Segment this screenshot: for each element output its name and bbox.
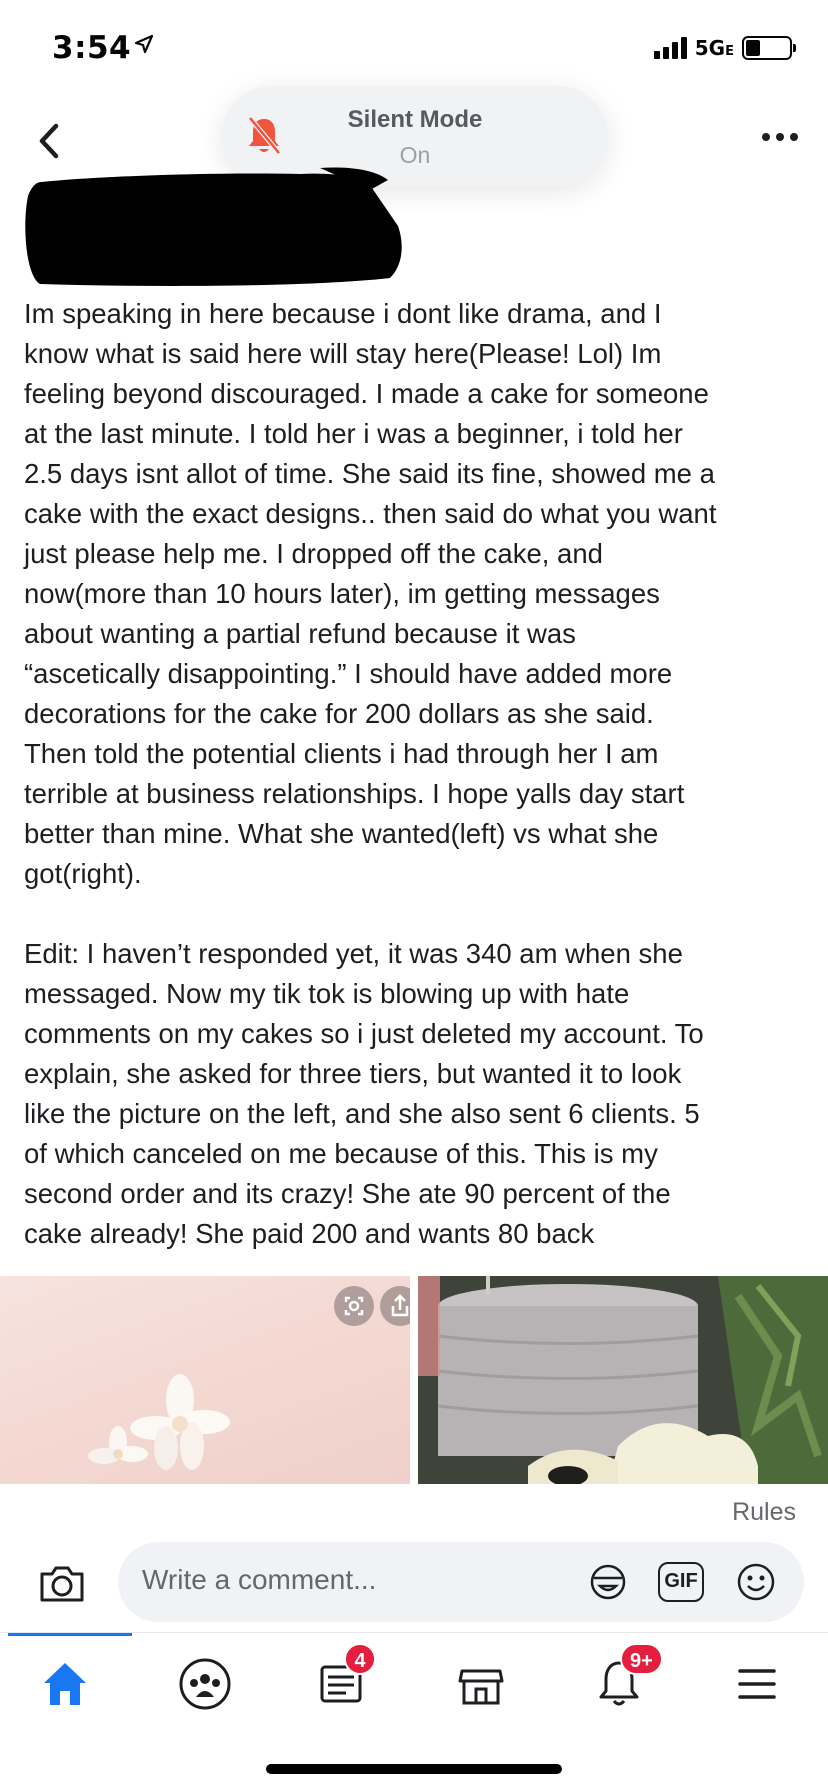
silent-mode-status: On <box>399 142 431 168</box>
redacted-author-block <box>25 167 402 286</box>
back-button[interactable] <box>30 118 70 164</box>
post-photos <box>0 1276 828 1484</box>
more-options-button[interactable] <box>762 130 798 144</box>
menu-icon[interactable] <box>722 1649 792 1719</box>
cake-image <box>418 1276 828 1484</box>
comment-composer: Write a comment... GIF <box>0 1540 828 1626</box>
photo-reference-cake[interactable] <box>0 1276 410 1484</box>
bottom-tab-bar: 4 9+ <box>0 1632 828 1732</box>
status-bar: 3:54 5GE <box>0 0 828 100</box>
post-body: Im speaking in here because i dont like … <box>24 298 717 1249</box>
visual-search-button[interactable] <box>334 1286 374 1326</box>
signal-icon <box>653 37 687 59</box>
share-icon <box>391 1294 409 1317</box>
home-icon[interactable] <box>30 1649 100 1719</box>
emoji-icon[interactable] <box>734 1560 778 1604</box>
comment-input[interactable]: Write a comment... GIF <box>118 1542 804 1622</box>
home-indicator <box>266 1764 562 1774</box>
gif-label: GIF <box>664 1570 698 1592</box>
rules-link[interactable]: Rules <box>732 1498 796 1527</box>
silent-mode-title: Silent Mode <box>347 106 483 133</box>
notifications-badge: 9+ <box>620 1643 663 1675</box>
groups-icon[interactable] <box>170 1649 240 1719</box>
status-indicators: 5GE <box>653 36 796 60</box>
network-label: 5GE <box>694 36 734 60</box>
gif-button[interactable]: GIF <box>658 1562 704 1602</box>
notifications-tab[interactable]: 9+ <box>584 1643 663 1719</box>
scan-icon <box>344 1296 364 1316</box>
news-badge: 4 <box>344 1643 376 1675</box>
photo-delivered-cake[interactable] <box>418 1276 828 1484</box>
avatar-sticker-icon[interactable] <box>586 1560 630 1604</box>
camera-icon[interactable] <box>38 1562 86 1604</box>
marketplace-icon[interactable] <box>446 1649 516 1719</box>
status-time: 3:54 <box>52 30 132 66</box>
battery-icon <box>742 36 796 60</box>
share-photo-button[interactable] <box>380 1286 410 1326</box>
location-arrow-icon <box>134 34 154 54</box>
news-tab[interactable]: 4 <box>306 1643 376 1719</box>
comment-placeholder: Write a comment... <box>142 1564 377 1595</box>
